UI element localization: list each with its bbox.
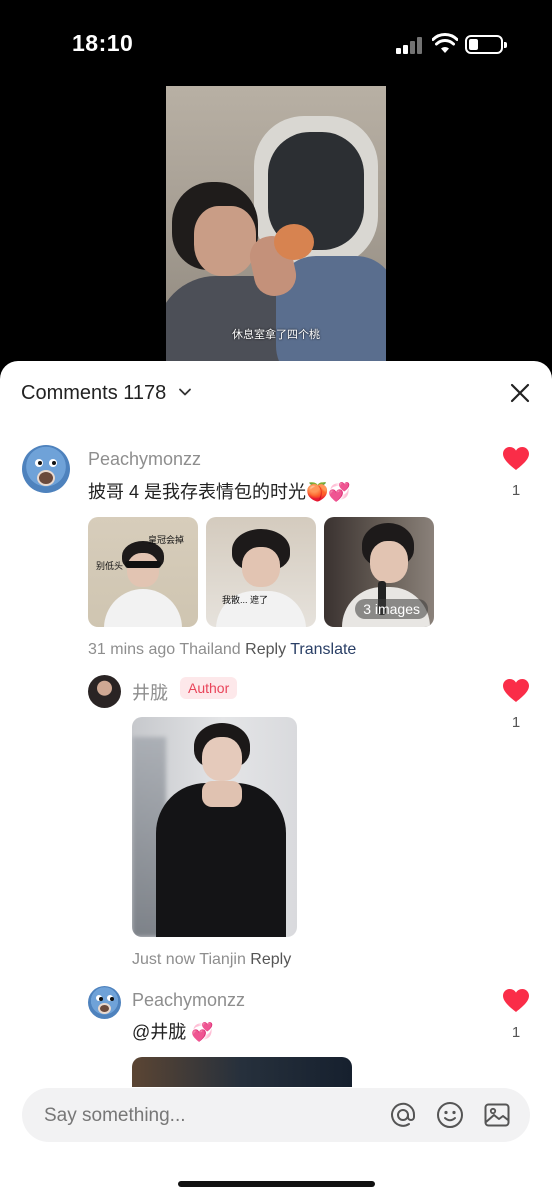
translate-button[interactable]: Translate	[290, 641, 356, 658]
like-count: 1	[511, 482, 521, 499]
comment-username[interactable]: Peachymonzz	[88, 449, 201, 470]
video-player[interactable]: 休息室拿了四个桃	[166, 86, 386, 366]
reply-button[interactable]: Reply	[245, 641, 286, 658]
emoji-icon[interactable]	[435, 1100, 465, 1130]
comment-location: Thailand	[179, 641, 241, 658]
like-button[interactable]: 1	[503, 989, 529, 1041]
author-badge: Author	[180, 677, 238, 699]
at-icon[interactable]	[388, 1100, 418, 1130]
comment-input[interactable]: Say something...	[44, 1105, 186, 1127]
image-icon[interactable]	[482, 1100, 512, 1130]
chevron-down-icon[interactable]	[178, 385, 192, 399]
avatar[interactable]	[88, 675, 121, 708]
battery-icon	[465, 35, 507, 54]
like-count: 1	[511, 714, 521, 731]
heart-icon	[503, 679, 529, 702]
video-subtitle: 休息室拿了四个桃	[232, 329, 320, 341]
comment-image-2[interactable]: 我散... 遮了	[206, 517, 316, 627]
image-caption: 我散... 遮了	[222, 595, 269, 605]
comments-header: Comments 1178	[0, 361, 552, 423]
status-time: 18:10	[72, 30, 134, 56]
like-button[interactable]: 1	[503, 679, 529, 731]
like-button[interactable]: 1	[503, 447, 529, 499]
more-images-badge: 3 images	[355, 599, 428, 619]
close-icon[interactable]	[508, 381, 532, 405]
status-bar: 18:10	[0, 0, 552, 90]
comment-text: @井胧 💞	[132, 1022, 214, 1042]
video-peach	[274, 224, 314, 260]
comment-username[interactable]: 井胧	[132, 679, 168, 705]
cellular-signal-icon	[396, 36, 426, 54]
comment-text: 披哥 4 是我存表情包的时光🍑💞	[88, 482, 351, 502]
reply-button[interactable]: Reply	[250, 951, 291, 968]
avatar[interactable]	[88, 986, 121, 1019]
heart-icon	[503, 989, 529, 1012]
comment-image-3[interactable]: 3 images	[324, 517, 434, 627]
reply-photo[interactable]	[132, 717, 297, 937]
reply-photo-partial[interactable]	[132, 1057, 352, 1087]
comment-time: 31 mins ago	[88, 641, 176, 658]
image-caption: 皇冠会掉	[148, 535, 185, 545]
comment-username[interactable]: Peachymonzz	[132, 990, 245, 1011]
video-person-face	[194, 206, 256, 276]
heart-icon	[503, 447, 529, 470]
wifi-icon	[432, 33, 458, 53]
avatar[interactable]	[22, 445, 70, 493]
comment-location: Tianjin	[199, 951, 246, 968]
home-indicator	[178, 1181, 375, 1187]
image-caption: 别低头	[96, 561, 124, 571]
comments-title[interactable]: Comments 1178	[21, 382, 166, 405]
comment-image-1[interactable]: 别低头 皇冠会掉	[88, 517, 198, 627]
comments-sheet: Comments 1178 Peachymonzz 披哥 4 是我存表情包的时光…	[0, 361, 552, 1200]
comment-meta: Just now Tianjin Reply	[132, 951, 291, 969]
comment-input-bar[interactable]: Say something...	[22, 1088, 530, 1142]
comment-time: Just now	[132, 951, 196, 968]
comment-meta: 31 mins ago Thailand Reply Translate	[88, 641, 356, 659]
like-count: 1	[511, 1024, 521, 1041]
screen: 18:10 休息室拿了四个桃 Comments 1178 Peachymonzz…	[0, 0, 552, 1200]
